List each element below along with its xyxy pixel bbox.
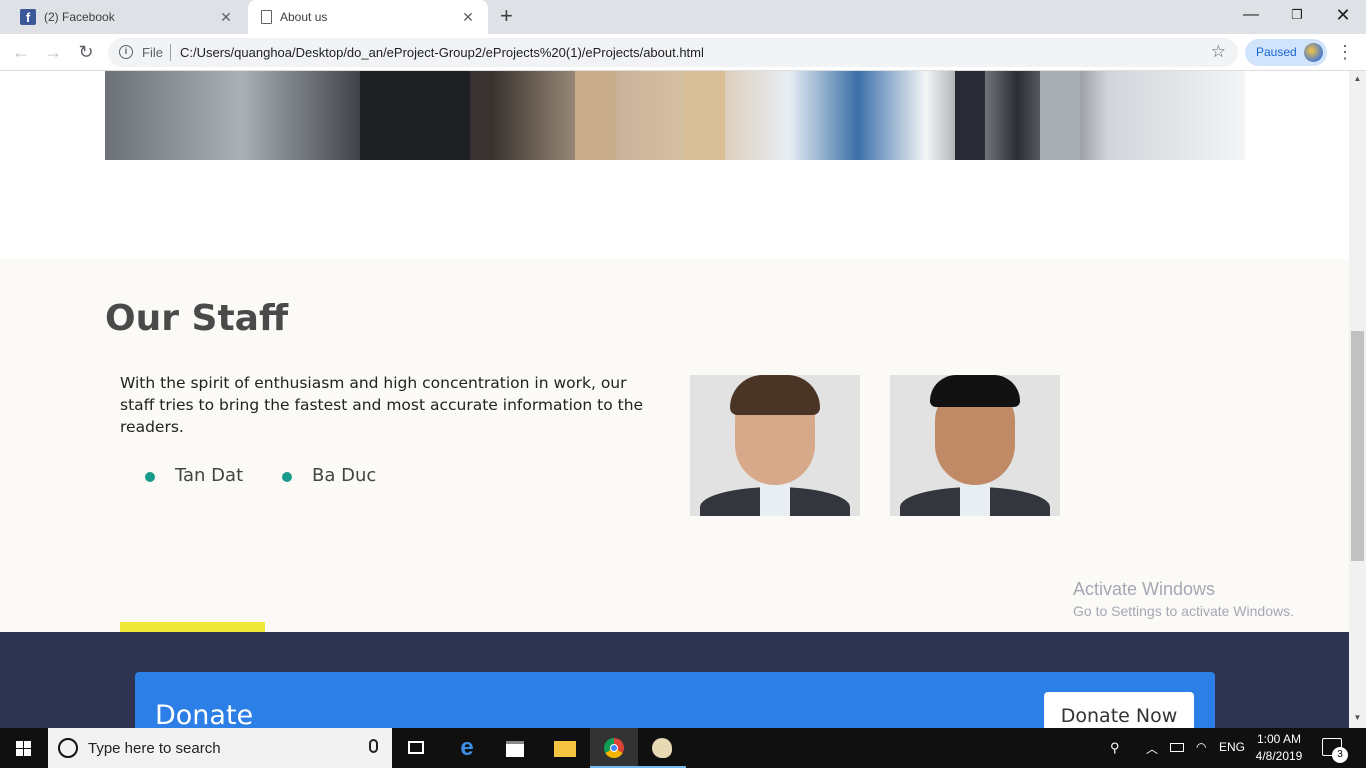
language-indicator[interactable]: ENG	[1219, 740, 1245, 754]
new-tab-button[interactable]: +	[500, 5, 520, 27]
staff-member: Ba Duc	[282, 465, 376, 486]
clock[interactable]: 1:00 AM 4/8/2019	[1248, 731, 1310, 765]
notification-badge: 3	[1332, 747, 1348, 763]
footer: Donate Donate Now	[0, 632, 1349, 728]
staff-section: Our Staff With the spirit of enthusiasm …	[0, 259, 1349, 659]
battery-icon[interactable]	[1170, 743, 1184, 752]
bullet-icon	[282, 472, 292, 482]
chrome-icon[interactable]	[590, 728, 638, 768]
profile-button[interactable]: Paused	[1245, 39, 1327, 66]
scheme-label: File	[142, 45, 163, 60]
file-explorer-icon[interactable]	[540, 728, 588, 768]
staff-description: With the spirit of enthusiasm and high c…	[120, 374, 644, 436]
scrollbar[interactable]: ▲ ▼	[1349, 71, 1366, 728]
start-button[interactable]	[0, 728, 48, 768]
taskbar-search[interactable]: Type here to search	[48, 728, 392, 768]
donate-banner: Donate Donate Now	[135, 672, 1215, 728]
task-view-icon[interactable]	[392, 728, 440, 768]
staff-photo	[890, 375, 1060, 516]
close-window-icon[interactable]: ✕	[1320, 0, 1366, 30]
bullet-icon	[145, 472, 155, 482]
section-title: Our Staff	[105, 298, 289, 339]
info-icon[interactable]: i	[119, 45, 133, 59]
browser-toolbar: ← → ↻ i File C:/Users/quanghoa/Desktop/d…	[0, 34, 1366, 71]
wifi-icon[interactable]: ◠	[1196, 740, 1206, 754]
staff-photo	[690, 375, 860, 516]
edge-icon[interactable]: e	[443, 728, 491, 768]
time: 1:00 AM	[1256, 732, 1302, 746]
donate-title: Donate	[155, 700, 254, 728]
reload-icon[interactable]: ↻	[74, 40, 98, 64]
tab-title: (2) Facebook	[44, 10, 115, 24]
close-icon[interactable]: ✕	[460, 9, 476, 25]
tab-title: About us	[280, 10, 328, 24]
address-bar[interactable]: i File C:/Users/quanghoa/Desktop/do_an/e…	[108, 38, 1238, 67]
hero-image	[105, 71, 1245, 160]
staff-member: Tan Dat	[145, 465, 243, 486]
search-placeholder: Type here to search	[88, 740, 221, 757]
donate-now-button[interactable]: Donate Now	[1044, 692, 1194, 728]
date: 4/8/2019	[1255, 749, 1303, 763]
profile-status: Paused	[1256, 45, 1297, 59]
microphone-icon[interactable]	[369, 739, 378, 753]
scroll-down-icon[interactable]: ▼	[1352, 713, 1363, 722]
document-icon	[261, 10, 272, 24]
page-viewport: Our Staff With the spirit of enthusiasm …	[0, 71, 1349, 728]
tab-facebook[interactable]: f (2) Facebook ✕	[0, 0, 246, 34]
chevron-up-icon[interactable]: ︿	[1146, 740, 1158, 757]
url-text[interactable]: C:/Users/quanghoa/Desktop/do_an/eProject…	[180, 45, 704, 60]
forward-icon[interactable]: →	[41, 40, 65, 64]
divider	[170, 44, 171, 61]
paint-icon[interactable]	[638, 728, 686, 768]
tab-strip: f (2) Facebook ✕ About us ✕ + — ❐ ✕	[0, 0, 1366, 34]
close-icon[interactable]: ✕	[218, 9, 234, 25]
bookmark-star-icon[interactable]: ☆	[1211, 42, 1226, 62]
restore-icon[interactable]: ❐	[1274, 0, 1320, 30]
cortana-icon	[58, 738, 78, 758]
tab-about-us[interactable]: About us ✕	[248, 0, 488, 34]
minimize-icon[interactable]: —	[1228, 0, 1274, 30]
scroll-up-icon[interactable]: ▲	[1352, 74, 1363, 83]
taskbar: Type here to search e ⚲ ︿ ◠ ENG 1:00 AM …	[0, 728, 1366, 768]
activate-windows-watermark: Activate Windows Go to Settings to activ…	[1073, 579, 1294, 619]
avatar	[1304, 43, 1323, 62]
back-icon[interactable]: ←	[9, 40, 33, 64]
facebook-icon: f	[20, 9, 36, 25]
scroll-thumb[interactable]	[1351, 331, 1364, 561]
people-icon[interactable]: ⚲	[1110, 740, 1120, 756]
store-icon[interactable]	[491, 728, 539, 768]
menu-icon[interactable]: ⋮	[1336, 42, 1354, 62]
